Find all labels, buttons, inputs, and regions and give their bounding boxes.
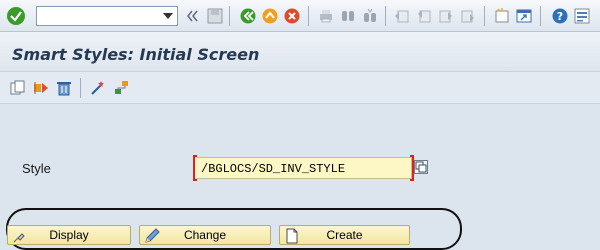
display-button-label: Display: [49, 228, 89, 242]
change-button[interactable]: Change: [139, 225, 271, 245]
application-toolbar: [0, 72, 600, 104]
rename-icon[interactable]: [33, 80, 49, 96]
help-icon[interactable]: ?: [552, 8, 568, 24]
command-field[interactable]: [36, 6, 178, 26]
copy-icon[interactable]: [10, 80, 26, 96]
create-button[interactable]: Create: [279, 225, 410, 245]
back-icon[interactable]: [240, 8, 256, 24]
value-help-button[interactable]: [414, 160, 428, 174]
page-title: Smart Styles: Initial Screen: [12, 45, 260, 64]
change-button-label: Change: [183, 228, 227, 242]
pencil-icon: [145, 228, 160, 243]
checkmark-icon[interactable]: [6, 6, 26, 26]
style-input-value: /BGLOCS/SD_INV_STYLE: [201, 162, 346, 176]
delete-icon[interactable]: [56, 80, 72, 96]
cancel-icon[interactable]: [284, 8, 300, 24]
display-icon: [13, 233, 25, 243]
value-help-icon: [415, 161, 427, 173]
title-bar: Smart Styles: Initial Screen: [0, 32, 600, 72]
wizard-icon[interactable]: [90, 80, 106, 96]
collapse-arrow-icon[interactable]: [186, 10, 198, 22]
create-button-label: Create: [326, 228, 363, 242]
print-icon[interactable]: [318, 8, 334, 24]
find-icon[interactable]: [340, 8, 356, 24]
system-toolbar: ?: [0, 0, 600, 32]
main-content: Style /BGLOCS/SD_INV_STYLE Display Chang…: [0, 104, 600, 250]
display-button[interactable]: Display: [7, 225, 131, 245]
exit-icon[interactable]: [262, 8, 278, 24]
hierarchy-icon[interactable]: [114, 80, 130, 96]
save-icon[interactable]: [207, 8, 223, 24]
svg-text:?: ?: [557, 10, 563, 23]
chevron-down-icon[interactable]: [159, 7, 177, 25]
last-page-icon[interactable]: [460, 8, 476, 24]
style-input[interactable]: /BGLOCS/SD_INV_STYLE: [194, 157, 412, 179]
first-page-icon[interactable]: [394, 8, 410, 24]
new-document-icon: [286, 228, 298, 244]
create-session-icon[interactable]: [494, 8, 510, 24]
previous-page-icon[interactable]: [416, 8, 432, 24]
find-next-icon[interactable]: [362, 8, 378, 24]
next-page-icon[interactable]: [438, 8, 454, 24]
style-label: Style: [22, 161, 51, 176]
layout-menu-icon[interactable]: [574, 8, 590, 24]
shortcut-icon[interactable]: [516, 8, 532, 24]
required-marker-left: [193, 155, 197, 181]
